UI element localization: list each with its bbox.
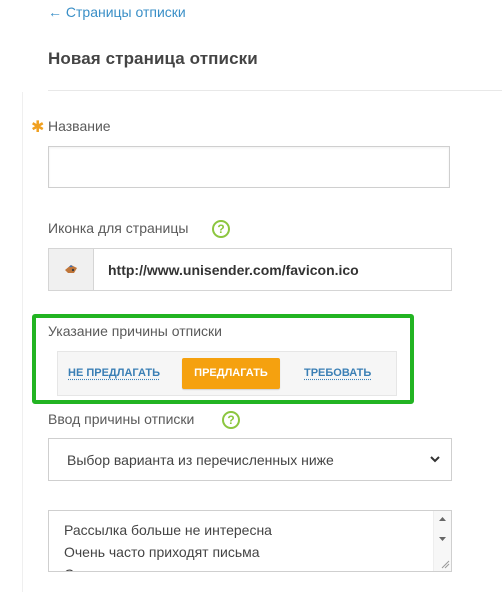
- reason-input-label: Ввод причины отписки: [48, 411, 195, 427]
- reasons-textarea[interactable]: Рассылка больше не интересна Очень часто…: [48, 510, 452, 572]
- favicon-preview: [48, 248, 94, 291]
- name-input[interactable]: [48, 146, 450, 188]
- reason-mode-switcher: НЕ ПРЕДЛАГАТЬ ПРЕДЛАГАТЬ ТРЕБОВАТЬ: [57, 351, 397, 396]
- back-link[interactable]: ← Страницы отписки: [48, 4, 186, 20]
- option-dont-offer[interactable]: НЕ ПРЕДЛАГАТЬ: [68, 367, 160, 379]
- reason-line: Рассылка больше не интересна: [64, 522, 272, 538]
- title-divider: [48, 90, 502, 91]
- reason-line: С: [64, 566, 74, 571]
- select-value: Выбор варианта из перечисленных ниже: [67, 452, 334, 468]
- reason-mode-label: Указание причины отписки: [48, 323, 222, 339]
- option-offer[interactable]: ПРЕДЛАГАТЬ: [182, 358, 280, 389]
- reason-input-select[interactable]: Выбор варианта из перечисленных ниже: [48, 438, 452, 481]
- help-icon[interactable]: ?: [222, 411, 240, 429]
- reason-line: Очень часто приходят письма: [64, 544, 260, 560]
- option-require[interactable]: ТРЕБОВАТЬ: [304, 367, 371, 379]
- required-icon: ✱: [31, 119, 45, 136]
- page-title: Новая страница отписки: [48, 49, 258, 68]
- help-icon[interactable]: ?: [212, 220, 230, 238]
- scroll-arrows-icon: [439, 517, 450, 569]
- chevron-down-icon: [430, 456, 440, 463]
- favicon-url-input[interactable]: http://www.unisender.com/favicon.ico: [93, 248, 452, 291]
- name-label: Название: [48, 118, 111, 134]
- favicon-icon: [65, 265, 77, 273]
- section-left-border: [22, 92, 23, 592]
- textarea-scrollbar[interactable]: [433, 511, 451, 571]
- icon-label: Иконка для страницы: [48, 220, 189, 236]
